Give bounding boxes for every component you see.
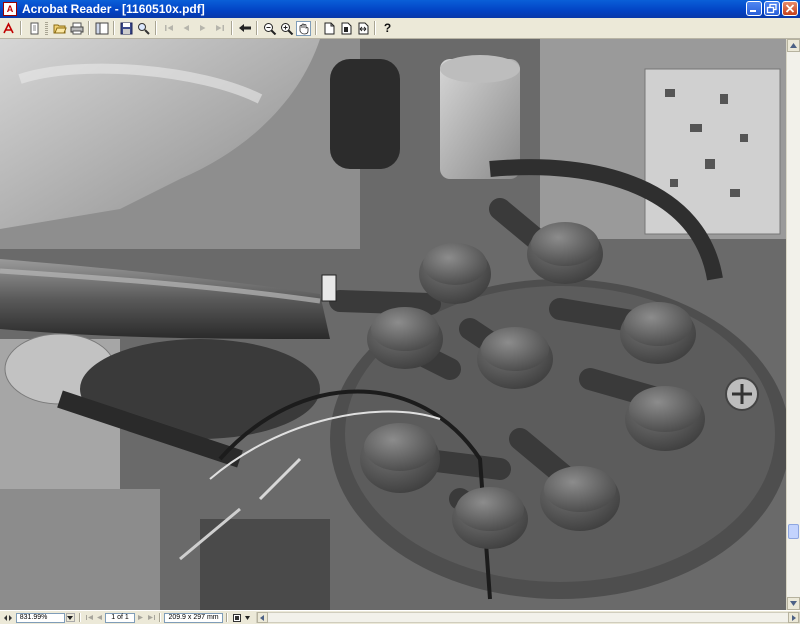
engine-photo: [0, 39, 786, 610]
main-toolbar: ?: [0, 18, 800, 39]
go-back-icon[interactable]: [237, 21, 252, 36]
toolbar-separator: [256, 21, 258, 35]
page-number-field[interactable]: 1 of 1: [105, 612, 135, 623]
hand-tool-icon[interactable]: [296, 20, 311, 36]
arrow-up-icon: [790, 43, 797, 48]
scroll-down-button[interactable]: [787, 597, 800, 610]
zoom-value: 831.99%: [19, 614, 48, 621]
status-separator: [159, 613, 162, 622]
status-separator: [226, 613, 229, 622]
save-icon[interactable]: [119, 21, 134, 36]
toolbar-separator: [155, 21, 157, 35]
toolbar-separator: [231, 21, 233, 35]
page-indicator: 1 of 1: [111, 614, 129, 621]
page-size: 209.9 x 297 mm: [168, 614, 219, 621]
close-button[interactable]: [782, 1, 798, 16]
page-size-field: 209.9 x 297 mm: [164, 612, 224, 623]
minimize-button[interactable]: [746, 1, 762, 16]
vertical-scroll-thumb[interactable]: [788, 524, 799, 539]
previous-page-icon[interactable]: [178, 21, 193, 36]
fit-width-icon[interactable]: [355, 21, 370, 36]
status-last-page-icon[interactable]: [147, 613, 156, 622]
status-bar: 831.99% 1 of 1 209.9 x 297 mm: [0, 610, 800, 624]
bookmarks-icon[interactable]: [94, 21, 109, 36]
title-bar: A Acrobat Reader - [1160510x.pdf]: [0, 0, 800, 18]
restore-button[interactable]: [764, 1, 780, 16]
next-page-icon[interactable]: [195, 21, 210, 36]
scroll-left-button[interactable]: [256, 612, 268, 623]
status-previous-page-icon[interactable]: [95, 613, 104, 622]
vertical-scrollbar[interactable]: [786, 39, 800, 610]
open-icon[interactable]: [52, 21, 67, 36]
window-title: Acrobat Reader - [1160510x.pdf]: [22, 2, 205, 16]
split-dropdown-icon[interactable]: [243, 613, 252, 622]
first-page-icon[interactable]: [161, 21, 176, 36]
toolbar-separator: [374, 21, 376, 35]
toolbar-separator: [315, 21, 317, 35]
help-label: ?: [383, 21, 392, 35]
status-next-page-icon[interactable]: [136, 613, 145, 622]
arrow-left-icon: [260, 614, 265, 621]
scroll-up-button[interactable]: [787, 39, 800, 52]
toolbar-separator: [20, 21, 22, 35]
page-layout-icon[interactable]: [4, 613, 13, 622]
print-icon[interactable]: [69, 21, 84, 36]
horizontal-scrollbar[interactable]: [255, 612, 800, 623]
zoom-dropdown-icon[interactable]: [65, 613, 75, 622]
zoom-field[interactable]: 831.99%: [15, 612, 65, 623]
split-window-icon[interactable]: [232, 613, 241, 622]
document-viewport[interactable]: [0, 39, 786, 610]
scroll-right-button[interactable]: [788, 612, 800, 623]
zoom-in-icon[interactable]: [279, 21, 294, 36]
toolbar-separator: [113, 21, 115, 35]
document-icon[interactable]: [26, 21, 41, 36]
arrow-down-icon: [790, 601, 797, 606]
status-separator: [78, 613, 81, 622]
status-first-page-icon[interactable]: [85, 613, 94, 622]
search-icon[interactable]: [136, 21, 151, 36]
last-page-icon[interactable]: [212, 21, 227, 36]
actual-size-icon[interactable]: [321, 21, 336, 36]
acrobat-app-icon[interactable]: A: [3, 2, 17, 16]
help-icon[interactable]: ?: [380, 21, 395, 36]
acrobat-logo-icon: [1, 21, 16, 36]
arrow-right-icon: [791, 614, 796, 621]
fit-page-icon[interactable]: [338, 21, 353, 36]
toolbar-gripper[interactable]: [45, 21, 48, 35]
zoom-out-icon[interactable]: [262, 21, 277, 36]
toolbar-separator: [88, 21, 90, 35]
